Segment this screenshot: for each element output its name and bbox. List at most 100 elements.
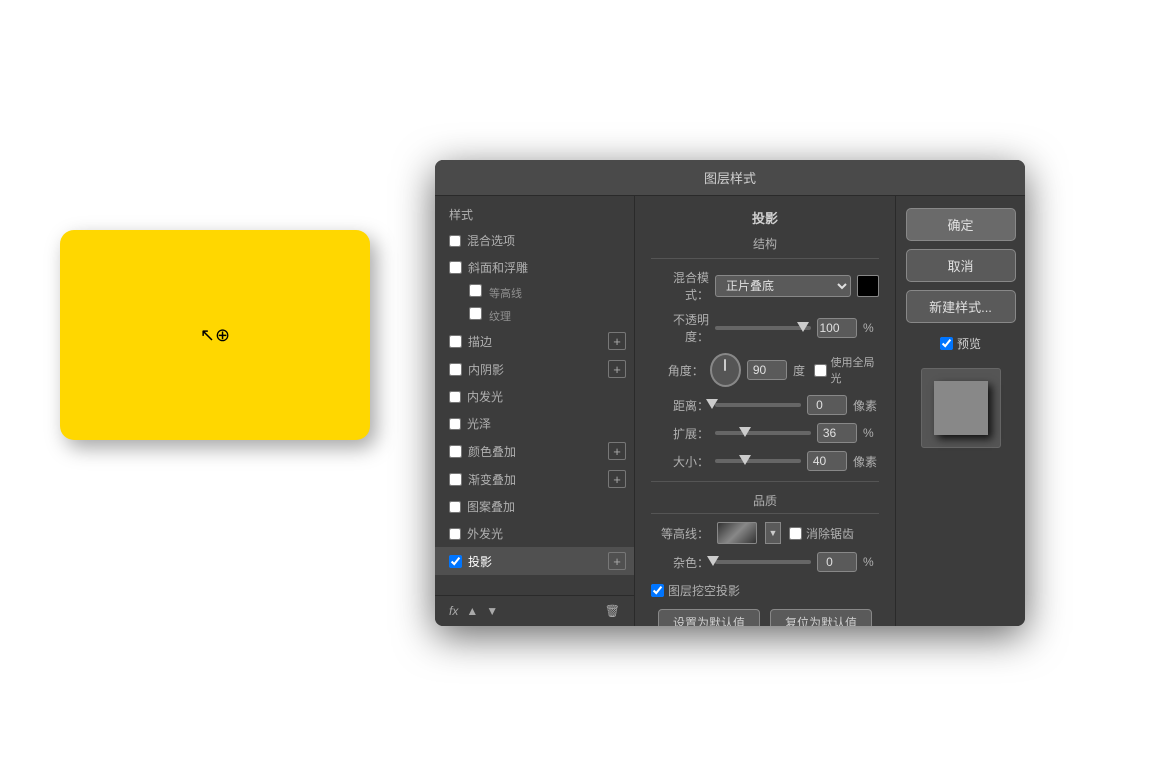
noise-slider[interactable] bbox=[715, 560, 811, 564]
bevel-checkbox[interactable] bbox=[449, 261, 462, 274]
color-overlay-plus-btn[interactable]: + bbox=[608, 442, 626, 460]
noise-row: 杂色： % bbox=[651, 552, 879, 572]
spread-unit: % bbox=[863, 426, 879, 440]
stroke-checkbox[interactable] bbox=[449, 335, 462, 348]
cancel-button[interactable]: 取消 bbox=[906, 249, 1016, 282]
opacity-slider[interactable] bbox=[715, 326, 811, 330]
noise-input[interactable] bbox=[817, 552, 857, 572]
style-item-satin[interactable]: 光泽 bbox=[435, 410, 634, 437]
move-up-icon[interactable]: ▲ bbox=[466, 604, 478, 618]
opacity-unit: % bbox=[863, 321, 879, 335]
size-slider[interactable] bbox=[715, 459, 801, 463]
preview-inner-box bbox=[934, 381, 988, 435]
noise-label: 杂色： bbox=[651, 554, 709, 571]
mid-panel: 投影 结构 混合模式： 正片叠底 正常 溶解 变暗 不透明度： bbox=[635, 196, 895, 626]
spread-input[interactable] bbox=[817, 423, 857, 443]
stroke-plus-btn[interactable]: + bbox=[608, 332, 626, 350]
contour-sub-checkbox[interactable] bbox=[469, 284, 482, 297]
spread-slider[interactable] bbox=[715, 431, 811, 435]
blend-color-swatch[interactable] bbox=[857, 275, 879, 297]
style-item-blend-options[interactable]: 混合选项 bbox=[435, 227, 634, 254]
style-item-pattern-overlay[interactable]: 图案叠加 bbox=[435, 493, 634, 520]
style-item-bevel[interactable]: 斜面和浮雕 bbox=[435, 254, 634, 281]
ok-button[interactable]: 确定 bbox=[906, 208, 1016, 241]
section-title: 投影 bbox=[651, 208, 879, 227]
size-unit: 像素 bbox=[853, 453, 879, 470]
blend-mode-label: 混合模式： bbox=[651, 269, 709, 303]
contour-label: 等高线： bbox=[651, 525, 709, 542]
layer-knockout-row: 图层挖空投影 bbox=[651, 582, 879, 599]
opacity-label: 不透明度： bbox=[651, 311, 709, 345]
global-light-label: 使用全局光 bbox=[831, 354, 879, 386]
drop-shadow-checkbox[interactable] bbox=[449, 555, 462, 568]
blend-mode-select[interactable]: 正片叠底 正常 溶解 变暗 bbox=[715, 275, 851, 297]
anti-alias-label: 消除锯齿 bbox=[806, 525, 854, 542]
spread-row: 扩展： % bbox=[651, 423, 879, 443]
satin-checkbox[interactable] bbox=[449, 418, 461, 430]
preview-check-row: 预览 bbox=[940, 335, 981, 352]
right-panel: 确定 取消 新建样式... 预览 bbox=[895, 196, 1025, 626]
opacity-input[interactable] bbox=[817, 318, 857, 338]
anti-alias-row: 消除锯齿 bbox=[789, 525, 854, 542]
spread-label: 扩展： bbox=[651, 425, 709, 442]
layer-style-dialog: 图层样式 样式 混合选项 斜面和浮雕 等高线 bbox=[435, 160, 1025, 626]
blend-options-checkbox[interactable] bbox=[449, 235, 461, 247]
preview-label: 预览 bbox=[957, 335, 981, 352]
size-label: 大小： bbox=[651, 453, 709, 470]
anti-alias-checkbox[interactable] bbox=[789, 527, 802, 540]
style-item-stroke[interactable]: 描边 + bbox=[435, 327, 634, 355]
style-item-color-overlay[interactable]: 颜色叠加 + bbox=[435, 437, 634, 465]
preview-checkbox[interactable] bbox=[940, 337, 953, 350]
fx-label: fx bbox=[449, 604, 458, 618]
inner-shadow-checkbox[interactable] bbox=[449, 363, 462, 376]
preview-thumbnail bbox=[921, 368, 1001, 448]
reset-default-button[interactable]: 复位为默认值 bbox=[770, 609, 872, 626]
distance-row: 距离： 像素 bbox=[651, 395, 879, 415]
left-panel: 样式 混合选项 斜面和浮雕 等高线 纹理 bbox=[435, 196, 635, 626]
gradient-overlay-checkbox[interactable] bbox=[449, 473, 462, 486]
opacity-row: 不透明度： % bbox=[651, 311, 879, 345]
distance-input[interactable] bbox=[807, 395, 847, 415]
blend-mode-row: 混合模式： 正片叠底 正常 溶解 变暗 bbox=[651, 269, 879, 303]
set-default-button[interactable]: 设置为默认值 bbox=[658, 609, 760, 626]
move-cursor-icon: ↖⊕ bbox=[200, 325, 230, 346]
style-item-gradient-overlay[interactable]: 渐变叠加 + bbox=[435, 465, 634, 493]
section-sub-title: 结构 bbox=[651, 235, 879, 259]
angle-row: 角度： 度 使用全局光 bbox=[651, 353, 879, 387]
pattern-overlay-checkbox[interactable] bbox=[449, 501, 461, 513]
noise-unit: % bbox=[863, 555, 879, 569]
style-item-contour-sub[interactable]: 等高线 bbox=[435, 281, 634, 304]
distance-label: 距离： bbox=[651, 397, 709, 414]
angle-input[interactable] bbox=[747, 360, 787, 380]
contour-row: 等高线： ▼ 消除锯齿 bbox=[651, 522, 879, 544]
contour-preview[interactable] bbox=[717, 522, 757, 544]
color-overlay-checkbox[interactable] bbox=[449, 445, 462, 458]
inner-shadow-plus-btn[interactable]: + bbox=[608, 360, 626, 378]
quality-title: 品质 bbox=[651, 492, 879, 514]
style-item-inner-shadow[interactable]: 内阴影 + bbox=[435, 355, 634, 383]
layer-knockout-checkbox[interactable] bbox=[651, 584, 664, 597]
style-item-outer-glow[interactable]: 外发光 bbox=[435, 520, 634, 547]
gradient-overlay-plus-btn[interactable]: + bbox=[608, 470, 626, 488]
angle-dial[interactable] bbox=[710, 353, 741, 387]
style-item-texture-sub[interactable]: 纹理 bbox=[435, 304, 634, 327]
style-item-drop-shadow[interactable]: 投影 + bbox=[435, 547, 634, 575]
drop-shadow-plus-btn[interactable]: + bbox=[608, 552, 626, 570]
canvas-preview: ↖⊕ bbox=[60, 230, 370, 440]
new-style-button[interactable]: 新建样式... bbox=[906, 290, 1016, 323]
inner-glow-checkbox[interactable] bbox=[449, 391, 461, 403]
texture-sub-checkbox[interactable] bbox=[469, 307, 482, 320]
outer-glow-checkbox[interactable] bbox=[449, 528, 461, 540]
bottom-buttons-row: 设置为默认值 复位为默认值 bbox=[651, 609, 879, 626]
angle-label: 角度： bbox=[651, 362, 704, 379]
distance-slider[interactable] bbox=[715, 403, 801, 407]
delete-icon[interactable]: 🗑 bbox=[605, 604, 620, 618]
global-light-checkbox[interactable] bbox=[814, 364, 827, 377]
styles-header: 样式 bbox=[435, 196, 634, 227]
contour-dropdown-btn[interactable]: ▼ bbox=[765, 522, 781, 544]
size-input[interactable] bbox=[807, 451, 847, 471]
left-panel-footer: fx ▲ ▼ 🗑 bbox=[435, 595, 634, 626]
move-down-icon[interactable]: ▼ bbox=[486, 604, 498, 618]
style-item-inner-glow[interactable]: 内发光 bbox=[435, 383, 634, 410]
distance-unit: 像素 bbox=[853, 397, 879, 414]
